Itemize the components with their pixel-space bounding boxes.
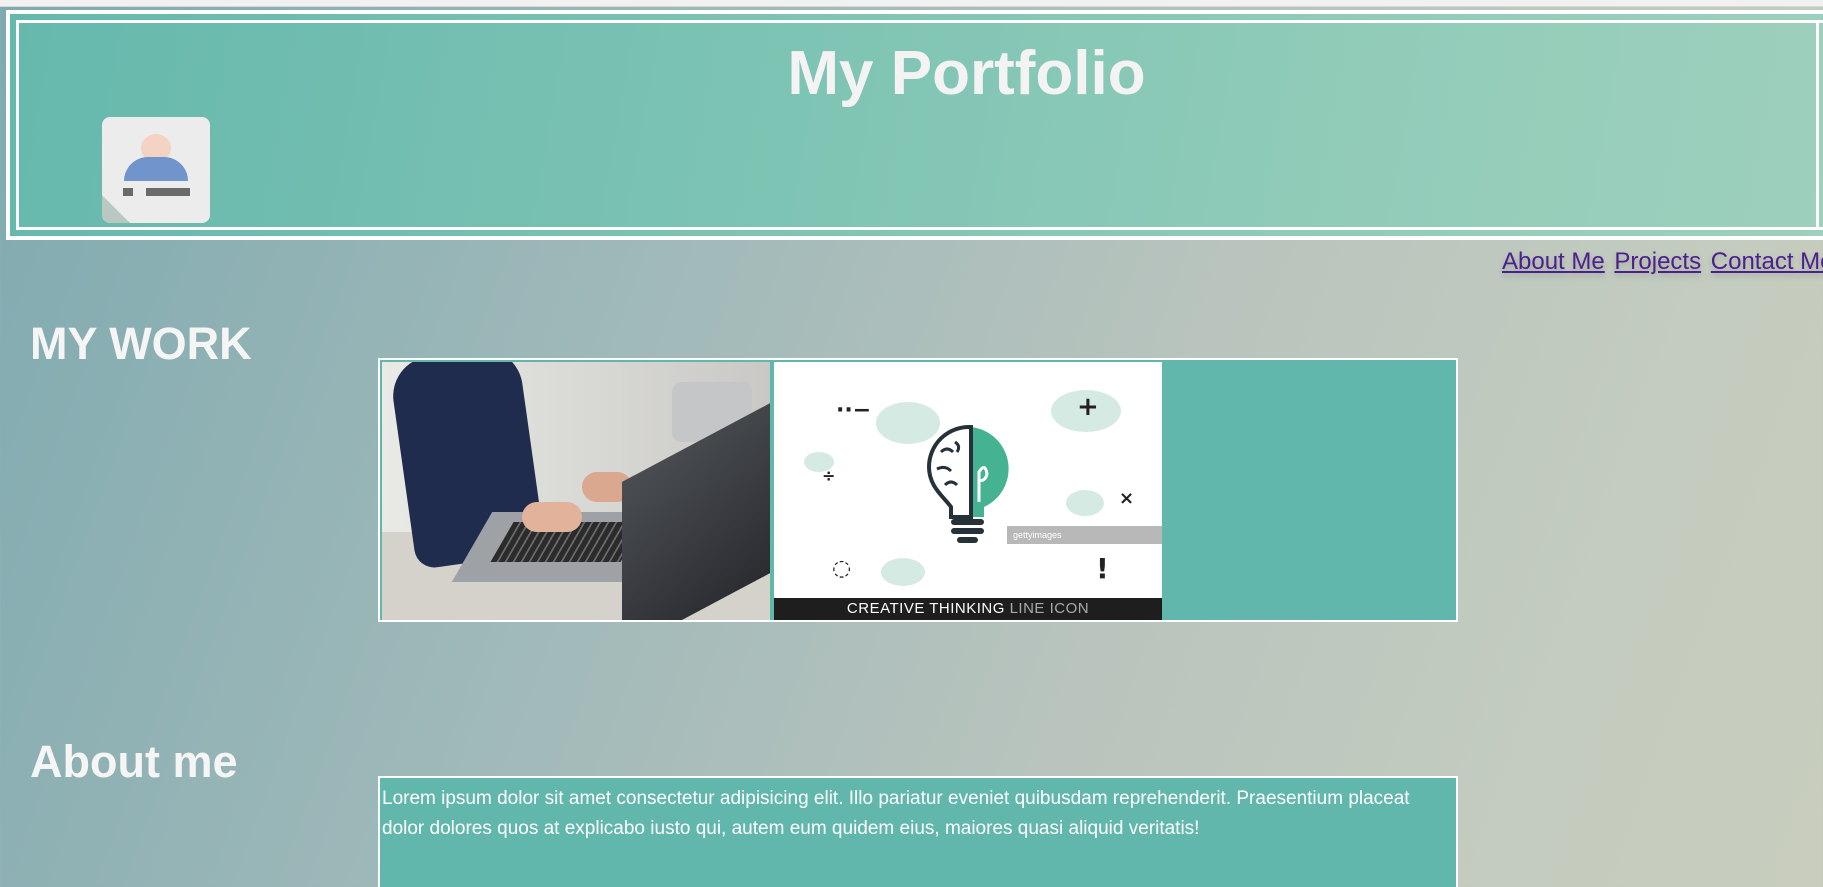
person-card-icon xyxy=(102,117,210,223)
caption-bold: CREATIVE THINKING xyxy=(846,600,1005,617)
dotted-circle-icon: ◌ xyxy=(832,556,852,581)
hand xyxy=(522,502,582,532)
nav-link-about-me[interactable]: About Me xyxy=(1502,248,1605,275)
site-header: My Portfolio xyxy=(6,10,1823,240)
plus-icon: + xyxy=(1077,392,1099,422)
avatar-line-long xyxy=(146,188,190,196)
creative-thinking-image[interactable]: ··− + ÷ × ◌ ! gettyimages CREATIVE THINK… xyxy=(774,362,1162,620)
my-work-heading: MY WORK xyxy=(30,318,252,369)
avatar-fold xyxy=(102,195,130,223)
avatar-body xyxy=(124,157,188,181)
about-text-box: Lorem ipsum dolor sit amet consectetur a… xyxy=(378,776,1458,887)
exclamation-icon: ! xyxy=(1096,552,1109,585)
divide-icon: ÷ xyxy=(822,466,836,485)
nav-link-contact-me[interactable]: Contact Me xyxy=(1711,248,1823,275)
avatar-line-short xyxy=(123,188,133,196)
getty-watermark: gettyimages xyxy=(1007,526,1162,544)
times-icon: × xyxy=(1119,488,1135,509)
decor-bubble xyxy=(881,558,925,586)
page-title: My Portfolio xyxy=(787,39,1146,108)
nav-link-projects[interactable]: Projects xyxy=(1614,248,1701,275)
decor-bubble xyxy=(1066,490,1104,516)
about-me-heading: About me xyxy=(30,736,238,787)
caption-thin: LINE ICON xyxy=(1009,600,1090,617)
minus-glyph-icon: ··− xyxy=(836,398,872,423)
image-caption: CREATIVE THINKING LINE ICON xyxy=(774,598,1162,620)
main-nav: About Me Projects Contact Me xyxy=(1502,248,1823,276)
about-paragraph: Lorem ipsum dolor sit amet consectetur a… xyxy=(382,788,1410,839)
work-gallery: ··− + ÷ × ◌ ! gettyimages CREATIVE THINK… xyxy=(378,358,1458,622)
laptop-photo[interactable] xyxy=(382,362,770,620)
browser-top-edge xyxy=(0,0,1823,7)
